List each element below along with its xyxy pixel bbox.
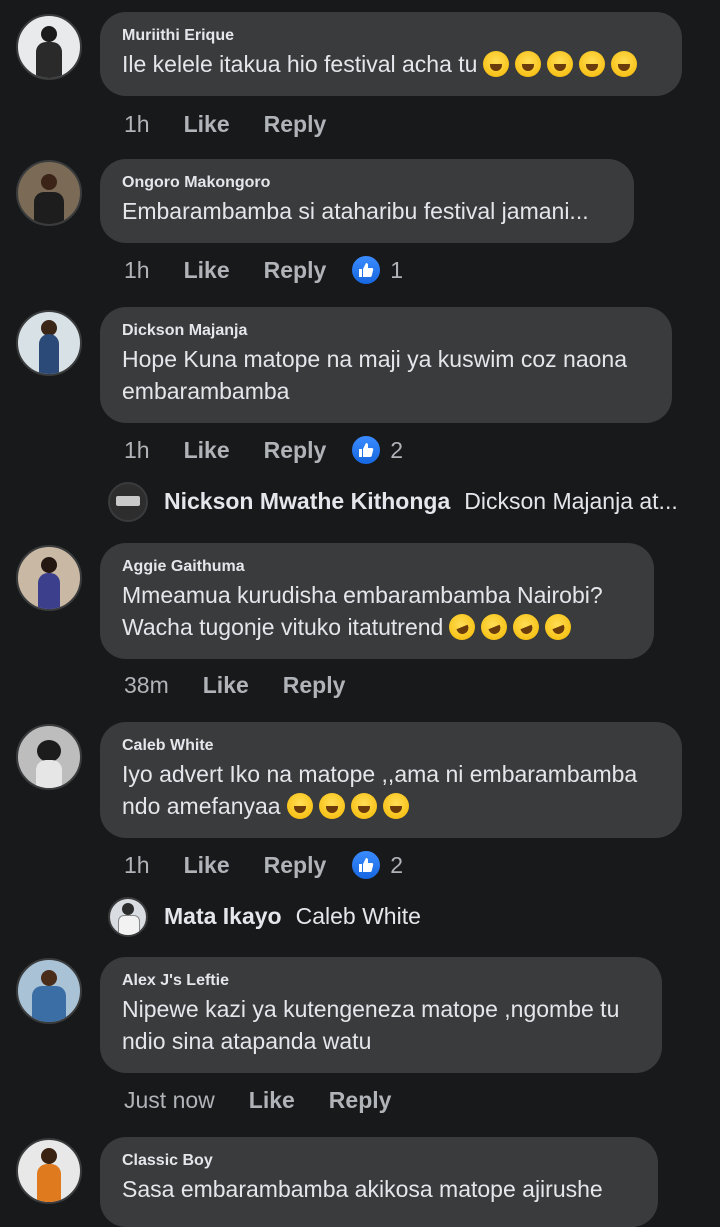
reaction-count: 1 <box>390 256 404 283</box>
comment-bubble: Aggie Gaithuma Mmeamua kurudisha embaram… <box>100 543 654 659</box>
comment-text: Embarambamba si ataharibu festival jaman… <box>122 198 589 224</box>
like-button[interactable]: Like <box>184 111 230 138</box>
comment-author[interactable]: Dickson Majanja <box>122 321 650 341</box>
laughing-emoji-icon <box>579 51 606 77</box>
comment-text: Hope Kuna matope na maji ya kuswim coz n… <box>122 346 628 404</box>
like-button[interactable]: Like <box>184 257 230 284</box>
comment-author[interactable]: Classic Boy <box>122 1151 636 1171</box>
collapsed-reply[interactable]: Nickson Mwathe Kithonga Dickson Majanja … <box>164 488 678 515</box>
comment-bubble: Ongoro Makongoro Embarambamba si atahari… <box>100 159 634 243</box>
comment-text: Sasa embarambamba akikosa matope ajirush… <box>122 1176 603 1202</box>
comment-author[interactable]: Ongoro Makongoro <box>122 173 612 193</box>
reaction-count: 2 <box>390 851 404 878</box>
laughing-emoji-icon <box>350 793 377 819</box>
laughing-emoji-icon <box>445 610 480 644</box>
avatar[interactable] <box>16 958 82 1024</box>
reply-author[interactable]: Mata Ikayo <box>164 903 282 930</box>
comment-text: Ile kelele itakua hio festival acha tu <box>122 51 478 77</box>
timestamp[interactable]: Just now <box>124 1087 215 1114</box>
avatar[interactable] <box>108 897 148 937</box>
laughing-emoji-icon <box>483 51 510 77</box>
avatar[interactable] <box>16 160 82 226</box>
reply-preview: Caleb White <box>295 903 421 929</box>
avatar[interactable] <box>16 14 82 80</box>
reaction-summary[interactable]: 1 <box>350 254 403 286</box>
avatar[interactable] <box>16 310 82 376</box>
comment-actions: 1h Like Reply 2 <box>124 432 403 468</box>
laughing-emoji-icon <box>547 51 574 77</box>
laughing-emoji-icon <box>611 51 638 77</box>
reaction-count: 2 <box>390 436 404 463</box>
comment-author[interactable]: Aggie Gaithuma <box>122 557 632 577</box>
comment-actions: 38m Like Reply <box>124 667 379 703</box>
avatar[interactable] <box>16 545 82 611</box>
reply-author[interactable]: Nickson Mwathe Kithonga <box>164 488 450 515</box>
laughing-emoji-icon <box>318 793 345 819</box>
comment-bubble: Dickson Majanja Hope Kuna matope na maji… <box>100 307 672 423</box>
laughing-emoji-icon <box>382 793 409 819</box>
like-button[interactable]: Like <box>184 852 230 879</box>
reaction-summary[interactable]: 2 <box>350 434 403 466</box>
like-button[interactable]: Like <box>203 672 249 699</box>
reply-button[interactable]: Reply <box>264 257 327 284</box>
avatar[interactable] <box>108 482 148 522</box>
reply-button[interactable]: Reply <box>264 437 327 464</box>
laughing-emoji-icon <box>515 51 542 77</box>
like-button[interactable]: Like <box>184 437 230 464</box>
reaction-summary[interactable]: 2 <box>350 849 403 881</box>
timestamp[interactable]: 1h <box>124 257 150 284</box>
comment-actions: 1h Like Reply 2 <box>124 847 403 883</box>
reply-button[interactable]: Reply <box>329 1087 392 1114</box>
laughing-emoji-icon <box>477 610 512 644</box>
comment-author[interactable]: Alex J's Leftie <box>122 971 640 991</box>
timestamp[interactable]: 1h <box>124 111 150 138</box>
avatar[interactable] <box>16 724 82 790</box>
collapsed-reply[interactable]: Mata Ikayo Caleb White <box>164 903 421 930</box>
laughing-emoji-icon <box>509 610 544 644</box>
comment-bubble: Caleb White Iyo advert Iko na matope ,,a… <box>100 722 682 838</box>
like-thumb-icon <box>350 434 383 466</box>
comment-bubble: Muriithi Erique Ile kelele itakua hio fe… <box>100 12 682 96</box>
comment-author[interactable]: Caleb White <box>122 736 660 756</box>
reply-button[interactable]: Reply <box>264 852 327 879</box>
like-thumb-icon <box>350 849 383 881</box>
timestamp[interactable]: 1h <box>124 437 150 464</box>
laughing-emoji-icon <box>541 610 576 644</box>
avatar[interactable] <box>16 1138 82 1204</box>
comment-actions: 1h Like Reply <box>124 106 360 142</box>
timestamp[interactable]: 1h <box>124 852 150 879</box>
like-thumb-icon <box>350 254 383 286</box>
reply-button[interactable]: Reply <box>264 111 327 138</box>
reply-button[interactable]: Reply <box>283 672 346 699</box>
like-button[interactable]: Like <box>249 1087 295 1114</box>
laughing-emoji-icon <box>286 793 313 819</box>
comment-text: Nipewe kazi ya kutengeneza matope ,ngomb… <box>122 996 620 1054</box>
comment-bubble: Classic Boy Sasa embarambamba akikosa ma… <box>100 1137 658 1227</box>
comment-bubble: Alex J's Leftie Nipewe kazi ya kutengene… <box>100 957 662 1073</box>
comment-author[interactable]: Muriithi Erique <box>122 26 660 46</box>
timestamp[interactable]: 38m <box>124 672 169 699</box>
reply-preview: Dickson Majanja at... <box>464 488 678 514</box>
comment-text: Iyo advert Iko na matope ,,ama ni embara… <box>122 761 638 819</box>
comment-actions: 1h Like Reply 1 <box>124 252 403 288</box>
comment-actions: Just now Like Reply <box>124 1082 425 1118</box>
